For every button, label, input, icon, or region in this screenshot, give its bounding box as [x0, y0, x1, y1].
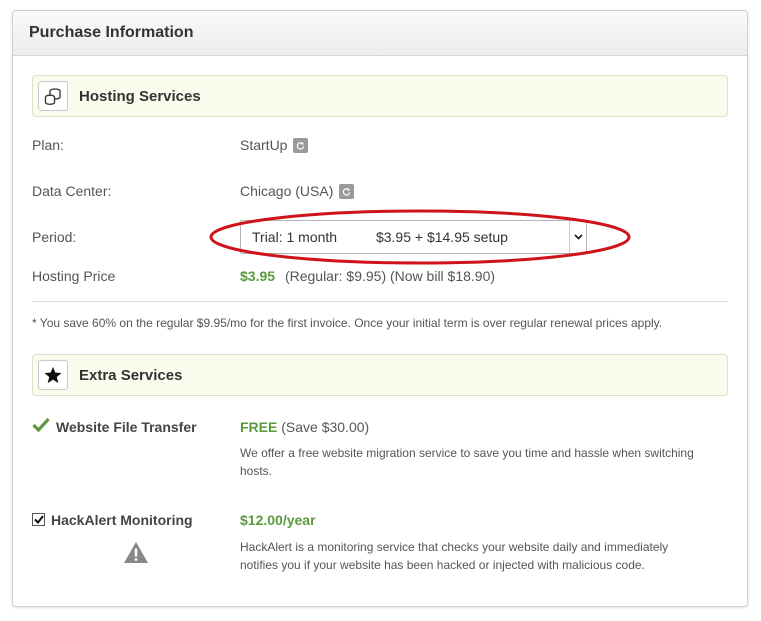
website-file-transfer-price: FREE [240, 419, 278, 435]
divider [32, 301, 728, 302]
plan-label: Plan: [32, 137, 64, 153]
savings-note: * You save 60% on the regular $9.95/mo f… [32, 316, 663, 330]
website-file-transfer-price-note: (Save $30.00) [281, 419, 370, 435]
panel-header: Purchase Information [13, 11, 747, 56]
extra-services-title: Extra Services [79, 367, 183, 384]
hackalert-desc-line: HackAlert is a monitoring service that c… [240, 540, 669, 554]
datacenter-label: Data Center: [32, 183, 112, 199]
hackalert-checkbox[interactable] [32, 513, 45, 526]
extra-services-section: Extra Services [32, 354, 728, 396]
hosting-price-value: $3.95 [240, 268, 276, 284]
hosting-services-section: Hosting Services [32, 75, 728, 117]
website-file-transfer-name: Website File Transfer [56, 419, 197, 435]
hosting-services-title: Hosting Services [79, 88, 201, 105]
hackalert-price: $12.00/year [240, 512, 316, 528]
checkmark-icon [32, 417, 50, 435]
warning-icon [123, 541, 149, 567]
hackalert-price-line: $12.00/year [240, 512, 316, 528]
hackalert-desc-line: notifies you if your website has been ha… [240, 558, 645, 572]
plan-value: StartUp [240, 137, 288, 153]
purchase-information-panel: Purchase Information Hosting Services Pl… [12, 10, 748, 607]
datacenter-value-group: Chicago (USA) [240, 183, 355, 199]
hosting-price-detail: (Regular: $9.95) (Now bill $18.90) [284, 268, 496, 284]
red-highlight-ellipse [209, 209, 631, 265]
website-file-transfer-description: We offer a free website migration servic… [240, 444, 730, 480]
panel-title: Purchase Information [29, 24, 194, 41]
change-datacenter-refresh-icon[interactable] [339, 183, 355, 199]
website-file-transfer-desc-line: hosts. [240, 464, 273, 478]
hackalert-monitoring-name: HackAlert Monitoring [51, 512, 193, 528]
star-icon [38, 360, 68, 390]
coins-stack-icon [38, 81, 68, 111]
hackalert-description: HackAlert is a monitoring service that c… [240, 538, 730, 574]
website-file-transfer-price-line: FREE (Save $30.00) [240, 419, 369, 435]
datacenter-value: Chicago (USA) [240, 183, 334, 199]
plan-value-group: StartUp [240, 137, 309, 153]
hosting-price-label: Hosting Price [32, 268, 116, 284]
hosting-price-line: $3.95 (Regular: $9.95) (Now bill $18.90) [240, 268, 495, 284]
change-plan-refresh-icon[interactable] [293, 137, 309, 153]
period-label: Period: [32, 229, 77, 245]
website-file-transfer-desc-line: We offer a free website migration servic… [240, 446, 694, 460]
